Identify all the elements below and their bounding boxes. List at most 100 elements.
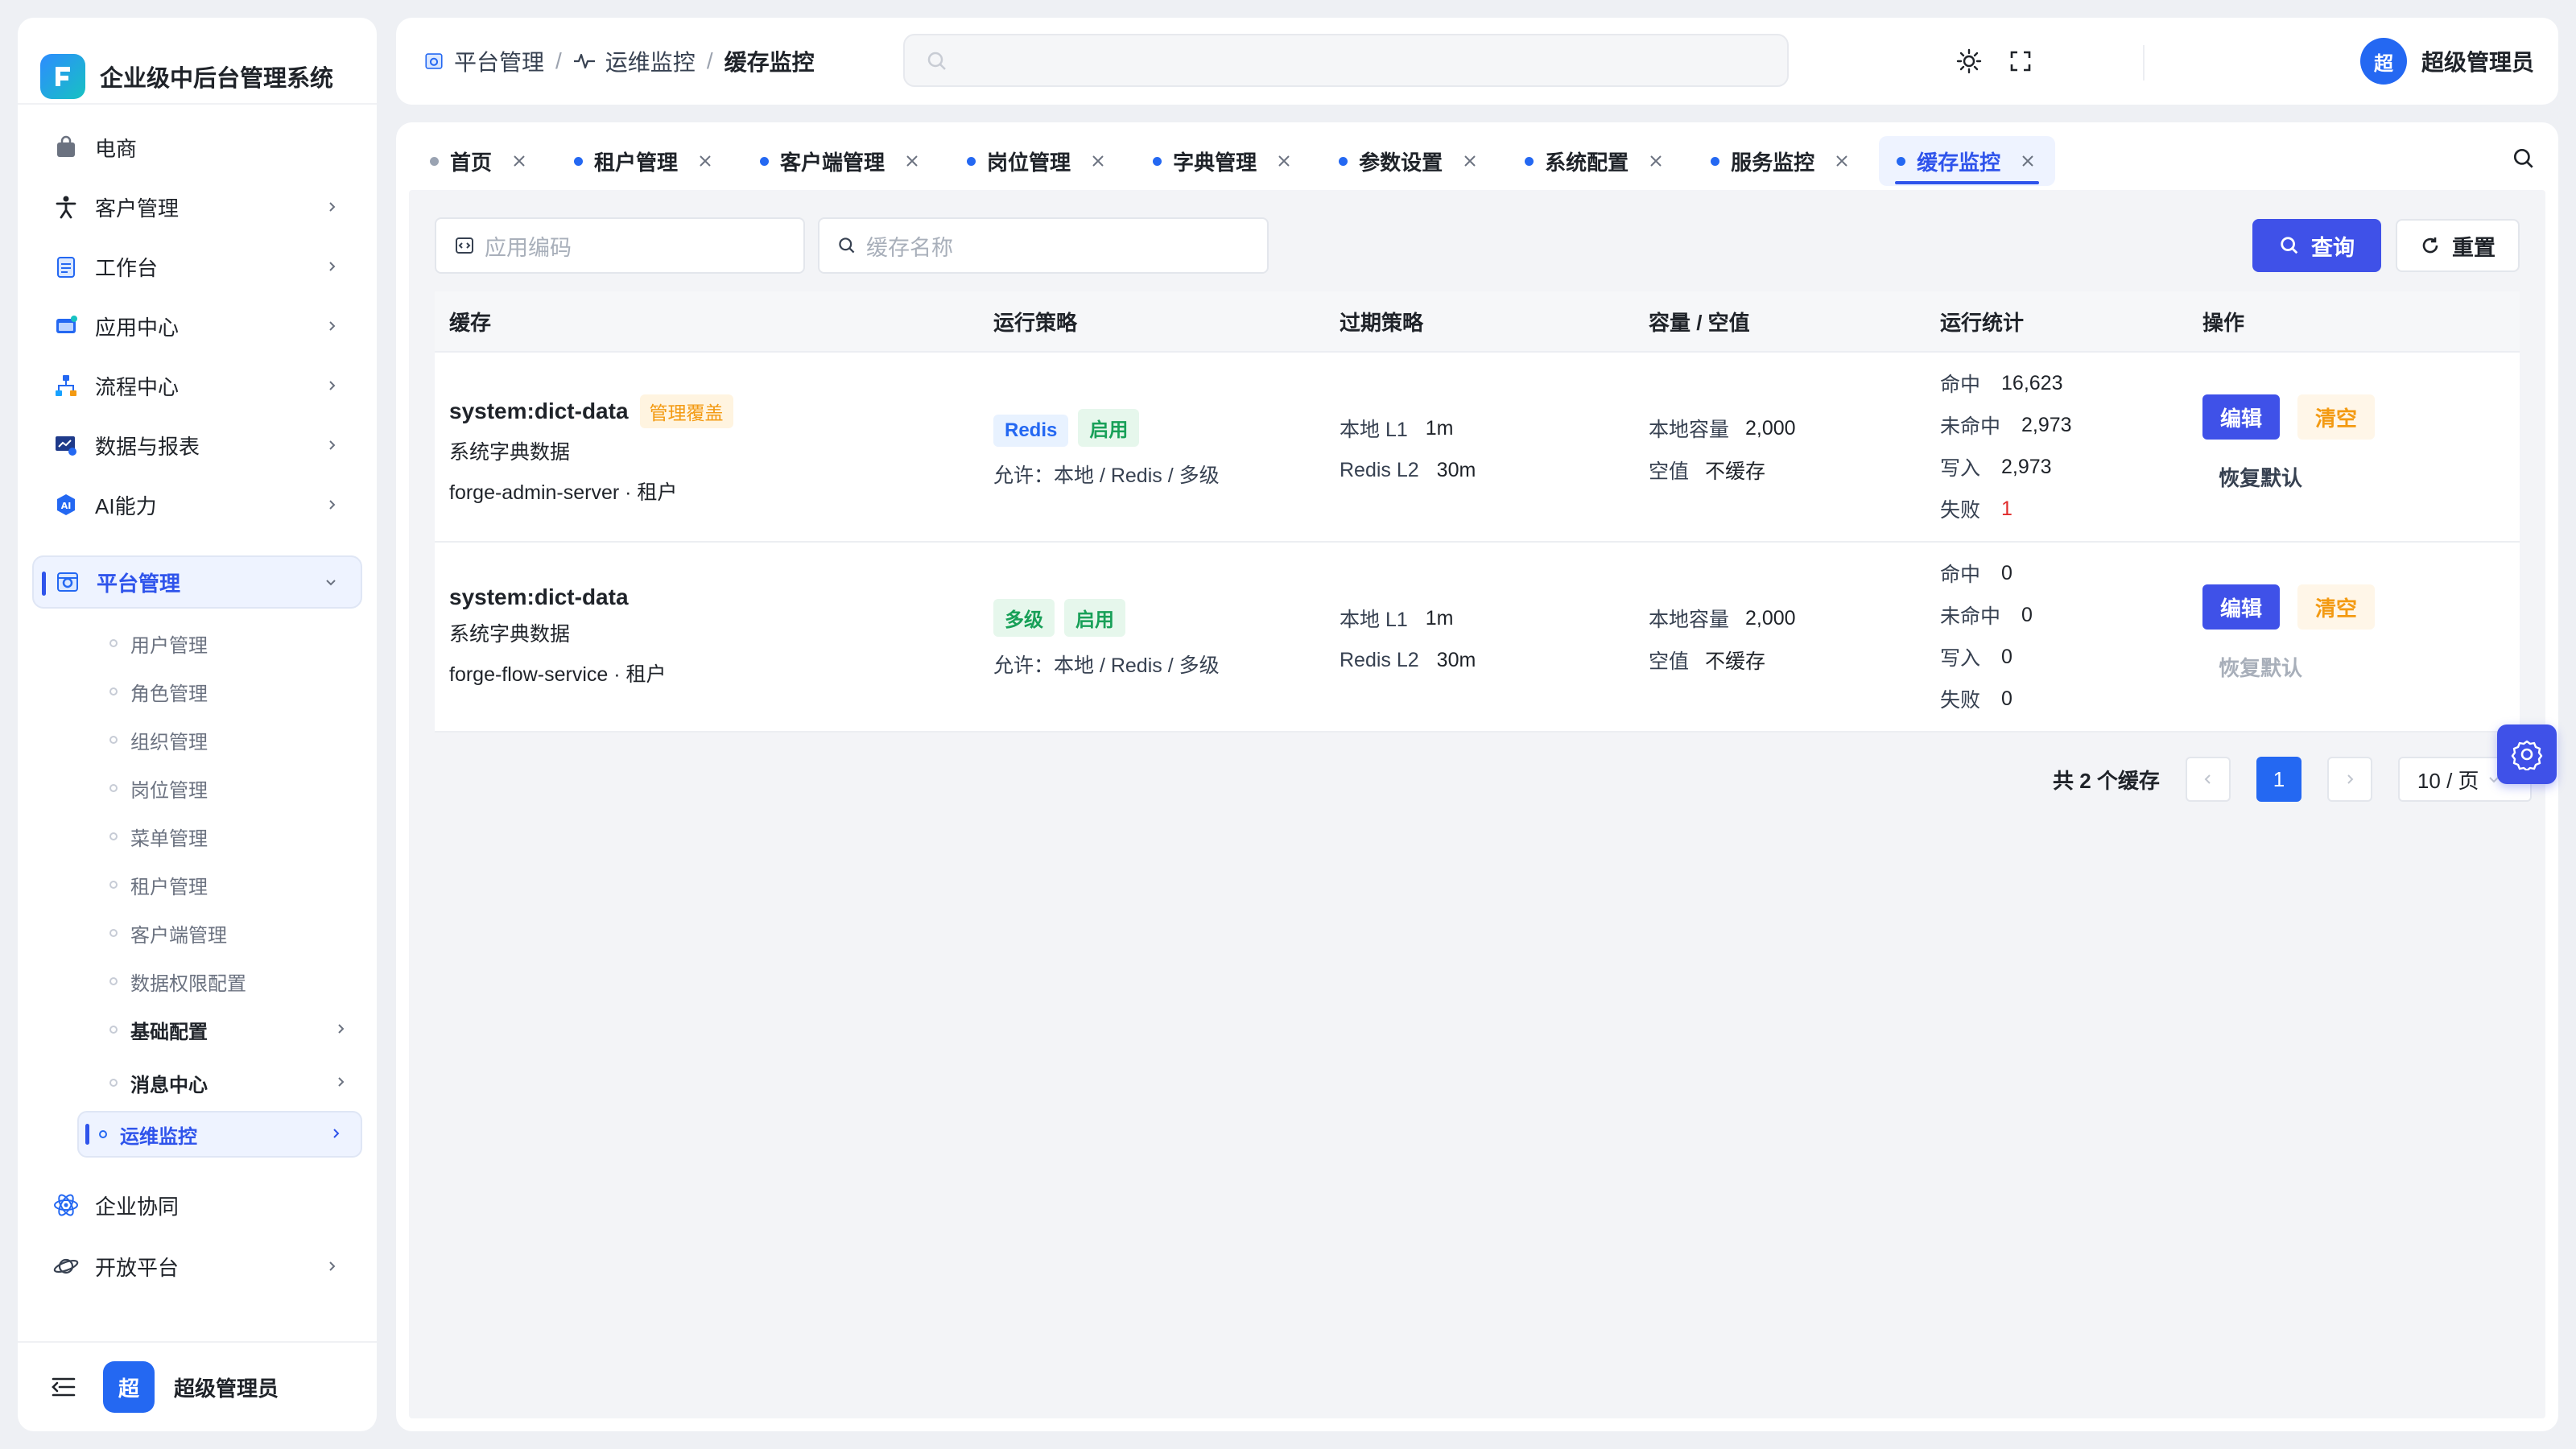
- page-number-current[interactable]: 1: [2256, 757, 2301, 802]
- restore-default-button[interactable]: 恢复默认: [2219, 652, 2302, 682]
- reset-button-label: 重置: [2452, 235, 2496, 260]
- sidebar-item-process[interactable]: 流程中心: [32, 359, 362, 412]
- col-header-stats: 运行统计: [1940, 310, 2025, 335]
- close-icon[interactable]: [696, 151, 715, 171]
- write-label: 写入: [1940, 457, 1981, 480]
- chevron-left-icon: [2204, 774, 2211, 784]
- table-row: system:dict-data 管理覆盖 系统字典数据 forge-admin…: [435, 353, 2520, 543]
- sun-theme-icon[interactable]: [1953, 45, 1985, 77]
- close-icon[interactable]: [2018, 151, 2037, 171]
- edit-button[interactable]: 编辑: [2202, 584, 2280, 630]
- breadcrumb-label: 平台管理: [454, 50, 545, 75]
- sidebar-subitem-label: 用户管理: [130, 634, 208, 657]
- global-search-input[interactable]: [903, 34, 1789, 87]
- status-tag: 启用: [1064, 599, 1125, 637]
- chevron-right-icon: [322, 494, 343, 515]
- sidebar-subitem-label: 消息中心: [130, 1074, 208, 1096]
- tab-label: 缓存监控: [1917, 150, 2001, 175]
- col-header-capacity: 容量 / 空值: [1649, 310, 1750, 335]
- close-icon[interactable]: [902, 151, 922, 171]
- tab-tenant[interactable]: 租户管理: [556, 136, 733, 186]
- redis-l2-value: 30m: [1436, 648, 1476, 671]
- code-box-icon: [454, 235, 475, 256]
- atom-icon: [50, 1189, 82, 1221]
- tab-label: 客户端管理: [780, 150, 886, 175]
- sidebar-item-label: 客户管理: [95, 196, 180, 221]
- sidebar-subitem-menu[interactable]: 菜单管理: [95, 813, 380, 860]
- write-label: 写入: [1940, 647, 1981, 670]
- tab-sysconfig[interactable]: 系统配置: [1507, 136, 1683, 186]
- bullet-icon: [109, 977, 118, 985]
- close-icon[interactable]: [1274, 151, 1294, 171]
- sidebar-item-data-report[interactable]: 数据与报表: [32, 419, 362, 472]
- breadcrumb-item-platform[interactable]: 平台管理: [423, 45, 544, 77]
- next-page-button[interactable]: [2326, 757, 2372, 802]
- sidebar-item-ai[interactable]: AI AI能力: [32, 478, 362, 531]
- tab-params[interactable]: 参数设置: [1321, 136, 1497, 186]
- sidebar-subitem-tenant[interactable]: 租户管理: [95, 861, 380, 908]
- fail-value: 1: [2001, 497, 2013, 520]
- sidebar-item-label: 平台管理: [97, 571, 181, 596]
- clear-button[interactable]: 清空: [2297, 394, 2375, 440]
- fullscreen-icon[interactable]: [2004, 45, 2037, 77]
- expire-strategy: 本地 L1 1m Redis L2 30m: [1340, 407, 1476, 491]
- prev-page-button[interactable]: [2185, 757, 2231, 802]
- close-icon[interactable]: [510, 151, 529, 171]
- sidebar-item-collaboration[interactable]: 企业协同: [32, 1179, 362, 1232]
- chevron-right-icon: [322, 1256, 343, 1277]
- redis-l2-label: Redis L2: [1340, 458, 1419, 481]
- top-header: 平台管理 / 运维监控 / 缓存监控 超 超级管理员: [396, 18, 2558, 105]
- user-menu[interactable]: 超 超级管理员: [2360, 37, 2534, 85]
- restore-default-button[interactable]: 恢复默认: [2219, 462, 2302, 492]
- sidebar-item-platform[interactable]: 平台管理: [32, 555, 362, 609]
- sidebar-subitem-message[interactable]: 消息中心: [95, 1059, 380, 1106]
- sidebar-subitem-data-permission[interactable]: 数据权限配置: [95, 958, 380, 1005]
- sidebar-subitem-org[interactable]: 组织管理: [95, 716, 380, 763]
- pagination: 共 2 个缓存 1 10 / 页: [2053, 757, 2532, 802]
- tab-client[interactable]: 客户端管理: [742, 136, 939, 186]
- clear-button[interactable]: 清空: [2297, 584, 2375, 630]
- collapse-menu-icon[interactable]: [50, 1373, 77, 1401]
- sidebar-item-app-center[interactable]: 应用中心: [32, 299, 362, 353]
- tab-home[interactable]: 首页: [412, 136, 547, 186]
- chevron-right-icon: [322, 196, 343, 217]
- sidebar-item-label: 应用中心: [95, 315, 180, 340]
- edit-button[interactable]: 编辑: [2202, 394, 2280, 440]
- bullet-icon: [99, 1130, 107, 1138]
- sidebar-subitem-client[interactable]: 客户端管理: [95, 910, 380, 956]
- sidebar-subitem-label: 角色管理: [130, 683, 208, 705]
- sidebar-footer: 超 超级管理员: [18, 1341, 377, 1431]
- reset-button[interactable]: 重置: [2396, 219, 2520, 272]
- sidebar-subitem-basic-config[interactable]: 基础配置: [95, 1006, 380, 1053]
- col-header-cache: 缓存: [449, 310, 492, 335]
- tab-cache-monitor[interactable]: 缓存监控: [1879, 136, 2056, 186]
- sidebar-subitem-post[interactable]: 岗位管理: [95, 765, 380, 811]
- sidebar-item-ecommerce[interactable]: 电商: [32, 121, 362, 174]
- floating-settings-button[interactable]: [2497, 724, 2557, 784]
- tab-service-monitor[interactable]: 服务监控: [1693, 136, 1869, 186]
- sidebar-item-workbench[interactable]: 工作台: [32, 240, 362, 293]
- sidebar-item-open-platform[interactable]: 开放平台: [32, 1240, 362, 1293]
- fail-value: 0: [2001, 687, 2013, 710]
- tab-search-icon[interactable]: [2507, 142, 2541, 175]
- bullet-icon: [109, 929, 118, 937]
- avatar[interactable]: 超: [103, 1361, 155, 1413]
- close-icon[interactable]: [1832, 151, 1852, 171]
- tab-post[interactable]: 岗位管理: [949, 136, 1125, 186]
- cache-name-input[interactable]: 缓存名称: [818, 217, 1269, 274]
- sidebar-item-customer[interactable]: 客户管理: [32, 180, 362, 233]
- sidebar-subitem-user[interactable]: 用户管理: [95, 620, 380, 667]
- close-icon[interactable]: [1088, 151, 1108, 171]
- bullet-icon: [109, 832, 118, 840]
- tab-dict[interactable]: 字典管理: [1135, 136, 1311, 186]
- close-icon[interactable]: [1646, 151, 1666, 171]
- refresh-icon: [2420, 235, 2441, 256]
- sidebar-subitem-role[interactable]: 角色管理: [95, 668, 380, 715]
- fail-label: 失败: [1940, 689, 1981, 712]
- breadcrumb-item-ops[interactable]: 运维监控: [573, 45, 696, 77]
- query-button[interactable]: 查询: [2252, 219, 2381, 272]
- write-value: 0: [2001, 645, 2013, 668]
- sidebar-subitem-ops-monitor[interactable]: 运维监控: [77, 1111, 362, 1158]
- app-code-input[interactable]: 应用编码: [435, 217, 805, 274]
- close-icon[interactable]: [1460, 151, 1480, 171]
